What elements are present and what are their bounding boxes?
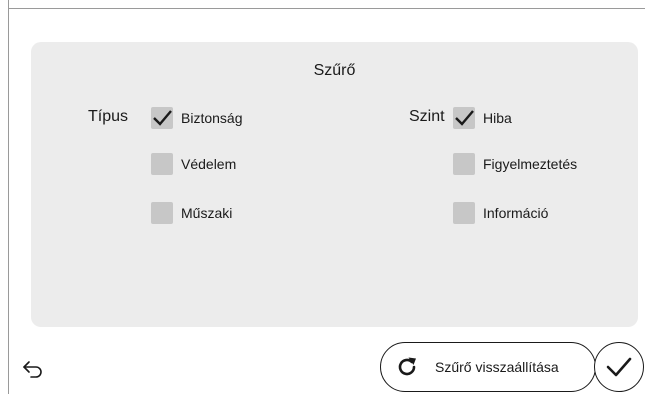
back-arrow-icon: [23, 361, 42, 378]
level-option-label: Információ: [483, 205, 549, 221]
reset-filter-label: Szűrő visszaállítása: [435, 359, 559, 375]
filter-panel: Szűrő Típus Biztonság Védelem Műszaki Sz…: [31, 42, 638, 327]
type-group-label: Típus: [88, 108, 129, 125]
checkmark-icon: [455, 110, 474, 126]
checkmark-icon: [153, 110, 172, 126]
checkbox-checked[interactable]: [453, 107, 475, 129]
filter-title: Szűrő: [313, 62, 356, 79]
checkmark-icon: [606, 357, 632, 377]
checkbox-unchecked[interactable]: [151, 202, 173, 224]
level-option-figyelmeztetes[interactable]: Figyelmeztetés: [453, 153, 577, 175]
confirm-button[interactable]: [594, 342, 644, 392]
type-option-biztonsag[interactable]: Biztonság: [151, 107, 242, 129]
level-option-hiba[interactable]: Hiba: [453, 107, 512, 129]
type-option-muszaki[interactable]: Műszaki: [151, 202, 232, 224]
level-option-label: Figyelmeztetés: [483, 156, 578, 172]
checkbox-unchecked[interactable]: [151, 153, 173, 175]
checkbox-checked[interactable]: [151, 107, 173, 129]
level-option-informacio[interactable]: Információ: [453, 202, 548, 224]
back-button[interactable]: [22, 358, 46, 380]
type-option-label: Műszaki: [181, 205, 233, 221]
type-option-vedelem[interactable]: Védelem: [151, 153, 236, 175]
type-option-label: Biztonság: [181, 110, 243, 126]
frame-top-border: [8, 8, 645, 9]
level-option-label: Hiba: [483, 110, 512, 126]
reset-filter-button[interactable]: Szűrő visszaállítása: [380, 342, 596, 392]
checkbox-unchecked[interactable]: [453, 202, 475, 224]
frame-left-border: [8, 0, 9, 394]
checkbox-unchecked[interactable]: [453, 153, 475, 175]
type-option-label: Védelem: [181, 156, 237, 172]
level-group-label: Szint: [409, 108, 445, 125]
refresh-icon: [398, 357, 416, 376]
